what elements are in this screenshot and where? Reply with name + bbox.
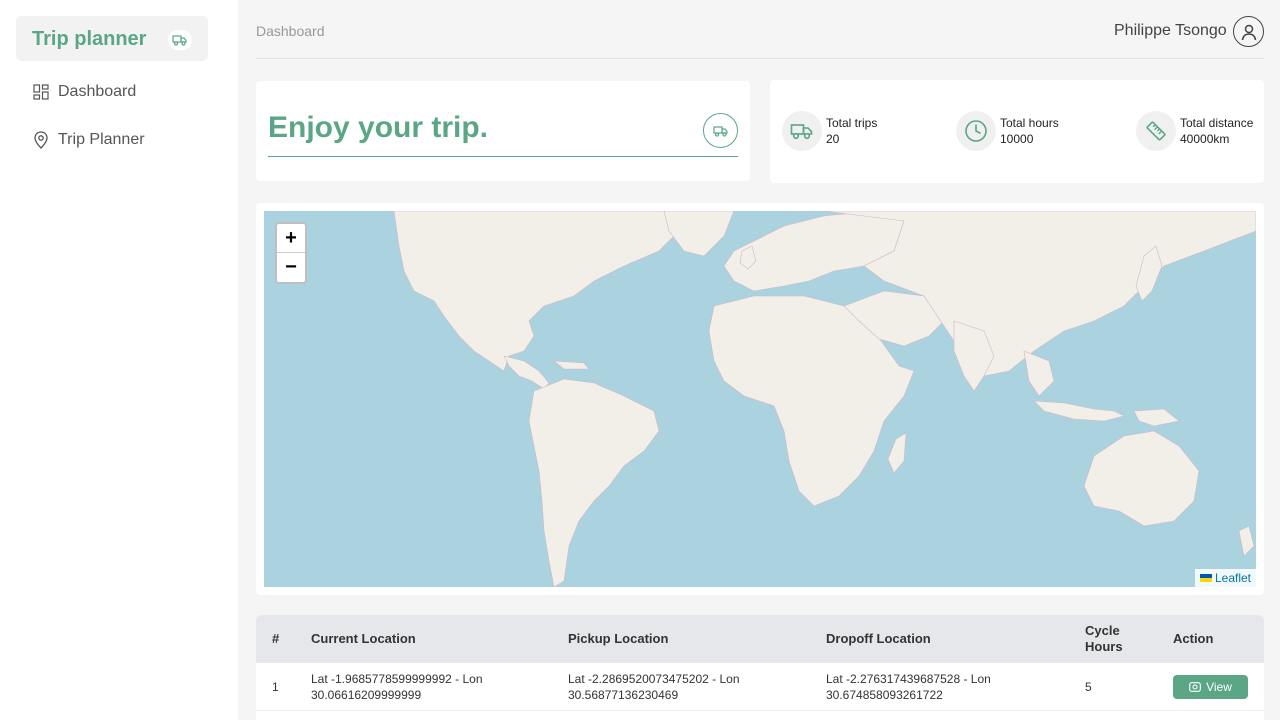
dashboard-grid-icon: [32, 83, 50, 101]
sidebar-item-label: Dashboard: [58, 83, 137, 100]
zoom-in-button[interactable]: +: [277, 224, 305, 253]
map-attribution[interactable]: Leaflet: [1194, 569, 1256, 587]
zoom-control: + −: [275, 222, 307, 284]
col-cycle-hours-line2: Hours: [1085, 639, 1123, 654]
sidebar-item-dashboard[interactable]: Dashboard: [32, 80, 136, 104]
col-action: Action: [1173, 631, 1214, 646]
hero-title: Enjoy your trip.: [268, 111, 489, 144]
stat-label: Total hours: [1000, 116, 1059, 130]
stat-value: 40000km: [1180, 132, 1230, 146]
stat-total-hours: Total hours 10000: [956, 111, 1059, 151]
stat-total-distance: Total distance 40000km: [1136, 111, 1253, 151]
cell-dropoff-line2: 30.674858093261722: [826, 688, 943, 702]
user-avatar-icon[interactable]: [1233, 16, 1264, 47]
hero-card: Enjoy your trip.: [256, 81, 750, 181]
cell-pickup-line1: Lat -2.2869520073475202 - Lon: [568, 672, 740, 686]
map-card: + − Leaflet: [256, 203, 1264, 595]
col-cycle-hours: Cycle Hours: [1085, 623, 1123, 655]
cell-current-line2: 30.06616209999999: [311, 688, 422, 702]
sidebar-item-trip-planner[interactable]: Trip Planner: [32, 128, 145, 152]
stat-total-trips: Total trips 20: [782, 111, 877, 151]
header-divider: [256, 58, 1264, 59]
cell-pickup-line2: 30.56877136230469: [568, 688, 679, 702]
world-land-shapes: [393, 211, 1256, 587]
stats-card: Total trips 20 Total hours 10000 Total d…: [770, 80, 1264, 183]
truck-icon: [703, 113, 738, 148]
world-map[interactable]: + − Leaflet: [264, 211, 1256, 587]
brand-title: Trip planner: [32, 28, 147, 50]
cell-current-line1: Lat -1.9685778599999992 - Lon: [311, 672, 483, 686]
col-cycle-hours-line1: Cycle: [1085, 623, 1120, 638]
truck-icon: [782, 111, 822, 151]
table-header: # Current Location Pickup Location Dropo…: [256, 615, 1264, 663]
zoom-out-button[interactable]: −: [277, 253, 305, 282]
stat-value: 20: [826, 132, 840, 146]
cell-dropoff-line1: Lat -2.276317439687528 - Lon: [826, 672, 991, 686]
eye-icon: [1189, 682, 1201, 692]
stat-label: Total trips: [826, 116, 878, 130]
hero-underline: [268, 156, 738, 157]
col-index: #: [272, 631, 280, 646]
truck-icon: [168, 30, 192, 50]
trips-table: # Current Location Pickup Location Dropo…: [256, 615, 1264, 720]
brand-box[interactable]: Trip planner: [16, 16, 208, 61]
col-pickup-location: Pickup Location: [568, 631, 669, 646]
cell-cycle-hours: 5: [1085, 680, 1092, 694]
attribution-link[interactable]: Leaflet: [1215, 571, 1251, 585]
stat-label: Total distance: [1180, 116, 1254, 130]
ukraine-flag-icon: [1199, 574, 1212, 582]
view-button-label: View: [1206, 680, 1232, 694]
cell-current-location: Lat -1.9685778599999992 - Lon 30.0661620…: [311, 671, 483, 703]
sidebar-item-label: Trip Planner: [58, 131, 145, 148]
sidebar: Trip planner Dashboard Trip Planner: [0, 0, 238, 720]
ruler-icon: [1136, 111, 1176, 151]
cell-index: 1: [272, 680, 279, 694]
breadcrumb[interactable]: Dashboard: [256, 23, 325, 39]
map-pin-icon: [32, 131, 50, 149]
col-current-location: Current Location: [311, 631, 416, 646]
cell-pickup-location: Lat -2.2869520073475202 - Lon 30.5687713…: [568, 671, 740, 703]
view-button[interactable]: View: [1173, 675, 1248, 699]
table-row: 1 Lat -1.9685778599999992 - Lon 30.06616…: [256, 663, 1264, 711]
cell-dropoff-location: Lat -2.276317439687528 - Lon 30.67485809…: [826, 671, 991, 703]
clock-icon: [956, 111, 996, 151]
user-name: Philippe Tsongo: [1114, 22, 1227, 39]
col-dropoff-location: Dropoff Location: [826, 631, 931, 646]
stat-value: 10000: [1000, 132, 1034, 146]
